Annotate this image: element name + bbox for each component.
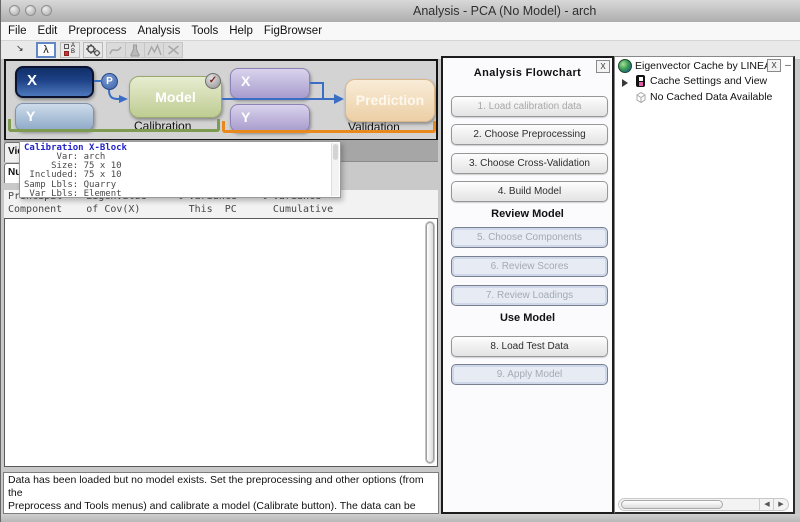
tooltip-body: Var: arch Size: 75 x 10 Included: 75 x 1… [24,153,122,199]
scrollbar-thumb[interactable] [333,144,338,160]
menu-file[interactable]: File [8,25,27,37]
menu-analysis[interactable]: Analysis [138,25,181,37]
variance-header-line2: Component of Cov(X) This PC Cumulative [8,204,333,215]
curve-tool-button-disabled [106,42,126,58]
gears-icon [85,43,101,57]
scroll-left-icon[interactable]: ◀ [759,499,774,510]
peaks-tool-button-disabled [144,42,164,58]
close-icon[interactable]: X [767,59,781,72]
cache-settings-icon [636,75,645,87]
overflow-arrow-icon[interactable]: ↘ [16,43,24,54]
button-review-loadings: 7. Review Loadings [451,285,608,306]
minimize-window-icon[interactable] [25,5,36,16]
cube-icon [634,91,647,104]
close-window-icon[interactable] [9,5,20,16]
prediction-block[interactable]: Prediction [345,79,435,122]
flowchart-panel-title: Analysis Flowchart [443,67,612,79]
tree-expand-icon[interactable] [622,79,628,87]
review-model-label: Review Model [443,208,612,220]
cache-horizontal-scrollbar[interactable]: ◀ ▶ [618,498,789,511]
edit-labels-button[interactable]: A B [60,42,80,58]
scrollbar-thumb[interactable] [426,222,434,463]
eigenvector-cache-panel: Eigenvector Cache by LINEAGE X – Cache S… [614,56,795,514]
button-build-model[interactable]: 4. Build Model [451,181,608,202]
button-choose-cross-validation[interactable]: 3. Choose Cross-Validation [451,153,608,174]
calibration-bracket [8,119,220,132]
preprocessing-badge[interactable]: P [101,73,118,90]
preprocess-gears-button[interactable] [83,42,103,58]
button-review-scores: 6. Review Scores [451,256,608,277]
flask-icon [130,44,140,57]
ab-labels-icon: A B [64,44,76,56]
model-flowchart-diagram: X Y P Model ✓ X Y Prediction Calibration… [4,59,438,141]
cache-panel-title: Eigenvector Cache by LINEAGE [635,60,767,72]
scroll-right-icon[interactable]: ▶ [773,499,788,510]
tree-item-cache-settings[interactable]: Cache Settings and View [650,75,767,87]
button-apply-model: 9. Apply Model [451,364,608,385]
scatter-tool-button-disabled [163,42,183,58]
validation-x-block[interactable]: X [230,68,310,99]
window-bottom-edge [1,514,800,522]
crossed-arrows-icon [167,44,180,56]
button-load-calibration-data: 1. Load calibration data [451,96,608,117]
scrollbar-thumb[interactable] [621,500,723,509]
calibration-x-block[interactable]: X [15,66,94,98]
use-model-label: Use Model [443,312,612,324]
table-vertical-scrollbar[interactable] [425,221,435,464]
menu-figbrowser[interactable]: FigBrowser [264,25,322,37]
tooltip-scrollbar[interactable] [331,143,339,196]
flask-tool-button-disabled [125,42,145,58]
button-load-test-data[interactable]: 8. Load Test Data [451,336,608,357]
menu-help[interactable]: Help [229,25,253,37]
menu-tools[interactable]: Tools [191,25,218,37]
zoom-window-icon[interactable] [41,5,52,16]
lambda-icon: λ [43,44,49,56]
data-info-tooltip: Calibration X-Block Var: arch Size: 75 x… [19,141,341,198]
check-badge-icon: ✓ [205,73,221,89]
menu-preprocess[interactable]: Preprocess [68,25,126,37]
menu-bar: File Edit Preprocess Analysis Tools Help… [1,22,800,41]
variance-table-body [4,218,438,467]
validation-bracket [222,121,436,133]
window-title: Analysis - PCA (No Model) - arch [413,4,596,18]
button-choose-preprocessing[interactable]: 2. Choose Preprocessing [451,124,608,145]
globe-icon [618,59,632,73]
plot-data-button[interactable]: λ [36,42,56,58]
curve-arrow-icon [109,44,123,56]
minimize-dash[interactable]: – [785,59,791,71]
analysis-flowchart-panel: X Analysis Flowchart 1. Load calibration… [441,56,614,514]
status-message: Data has been loaded but no model exists… [3,472,439,514]
menu-edit[interactable]: Edit [38,25,58,37]
peaks-icon [147,44,162,56]
title-bar: Analysis - PCA (No Model) - arch [1,0,800,23]
tree-item-no-cached-data[interactable]: No Cached Data Available [650,91,772,103]
button-choose-components: 5. Choose Components [451,227,608,248]
analysis-window: Analysis - PCA (No Model) - arch File Ed… [0,0,800,522]
